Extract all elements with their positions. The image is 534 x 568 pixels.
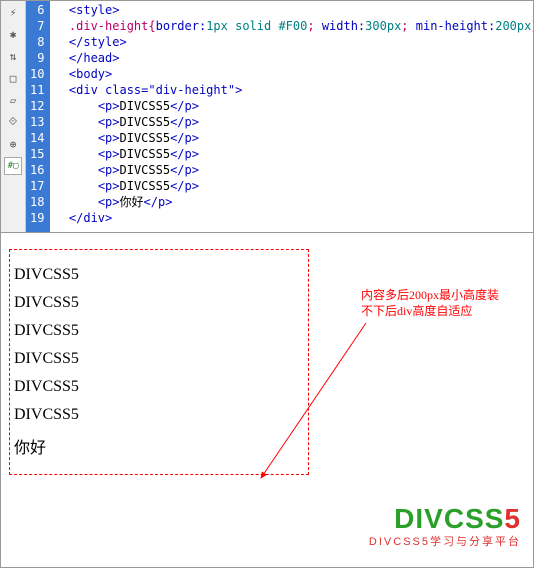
code-line[interactable]: <p>你好</p> <box>54 194 529 210</box>
line-number-gutter: 678910111213141516171819 <box>26 1 50 232</box>
code-line[interactable]: </div> <box>54 210 529 226</box>
code-token: DIVCSS5 <box>120 178 171 194</box>
logo-text-green: DIVCSS <box>394 503 504 534</box>
code-token: </p> <box>144 194 173 210</box>
preview-paragraph: DIVCSS5 <box>14 350 304 368</box>
code-token: 300px <box>365 18 401 34</box>
code-token: </p> <box>170 178 199 194</box>
code-token: DIVCSS5 <box>120 130 171 146</box>
code-token: <style> <box>69 2 120 18</box>
code-line[interactable]: .div-height{border:1px solid #F00; width… <box>54 18 529 34</box>
code-token: border: <box>156 18 207 34</box>
code-line[interactable]: <p>DIVCSS5</p> <box>54 162 529 178</box>
logo-main: DIVCSS5 <box>369 503 521 535</box>
line-number: 16 <box>30 162 44 178</box>
preview-paragraph: 你好 <box>14 434 304 458</box>
preview-pane: DIVCSS5DIVCSS5DIVCSS5DIVCSS5DIVCSS5DIVCS… <box>1 233 533 567</box>
gutter-icon[interactable]: ▱ <box>4 91 22 109</box>
annotation-line: 内容多后200px最小高度装 <box>361 287 499 303</box>
code-token: DIVCSS5 <box>120 162 171 178</box>
code-line[interactable]: <p>DIVCSS5</p> <box>54 114 529 130</box>
code-token: </head> <box>69 50 120 66</box>
code-token: </p> <box>170 130 199 146</box>
gutter-icon[interactable]: ⚡ <box>4 3 22 21</box>
line-number: 13 <box>30 114 44 130</box>
code-token: </p> <box>170 98 199 114</box>
code-token: </style> <box>69 34 127 50</box>
gutter-icon-tag[interactable]: #▢ <box>4 157 22 175</box>
preview-paragraph: DIVCSS5 <box>14 406 304 424</box>
preview-paragraph: DIVCSS5 <box>14 294 304 312</box>
code-line[interactable]: <div class="div-height"> <box>54 82 529 98</box>
code-token: DIVCSS5 <box>120 98 171 114</box>
code-line[interactable]: </head> <box>54 50 529 66</box>
code-line[interactable]: <p>DIVCSS5</p> <box>54 178 529 194</box>
code-token: <body> <box>69 66 112 82</box>
gutter-icon[interactable]: ⊕ <box>4 135 22 153</box>
preview-paragraph: DIVCSS5 <box>14 322 304 340</box>
code-token: </p> <box>170 114 199 130</box>
logo-subtitle: DIVCSS5学习与分享平台 <box>369 533 521 549</box>
annotation-text: 内容多后200px最小高度装 不下后div高度自适应 <box>361 287 499 319</box>
code-token: <p> <box>98 114 120 130</box>
code-token: DIVCSS5 <box>120 114 171 130</box>
code-area[interactable]: 678910111213141516171819 <style> .div-he… <box>26 1 533 232</box>
line-number: 6 <box>30 2 44 18</box>
line-number: 15 <box>30 146 44 162</box>
line-number: 11 <box>30 82 44 98</box>
line-number: 8 <box>30 34 44 50</box>
code-token: <p> <box>98 98 120 114</box>
code-token: ; <box>307 18 321 34</box>
code-token: 1px solid #F00 <box>206 18 307 34</box>
gutter-icon[interactable]: ⇅ <box>4 47 22 65</box>
code-token: { <box>148 18 155 34</box>
code-token: </div> <box>69 210 112 226</box>
code-token: <div class="div-height"> <box>69 82 242 98</box>
code-line[interactable]: <body> <box>54 66 529 82</box>
code-token: <p> <box>98 162 120 178</box>
code-token: <p> <box>98 194 120 210</box>
code-token: } <box>531 18 533 34</box>
line-number: 18 <box>30 194 44 210</box>
code-token: </p> <box>170 162 199 178</box>
code-token: <p> <box>98 146 120 162</box>
preview-paragraph: DIVCSS5 <box>14 378 304 396</box>
annotation-line: 不下后div高度自适应 <box>361 303 499 319</box>
code-line[interactable]: </style> <box>54 34 529 50</box>
line-number: 12 <box>30 98 44 114</box>
code-token: 你好 <box>120 194 144 210</box>
line-number: 14 <box>30 130 44 146</box>
code-line[interactable]: <style> <box>54 2 529 18</box>
div-height-preview: DIVCSS5 DIVCSS5 DIVCSS5 DIVCSS5 DIVCSS5 DIVCS… <box>9 249 309 475</box>
gutter-icon[interactable]: ✱ <box>4 25 22 43</box>
code-content[interactable]: <style> .div-height{border:1px solid #F0… <box>50 1 533 232</box>
code-line[interactable]: <p>DIVCSS5</p> <box>54 146 529 162</box>
code-editor-pane: ⚡ ✱ ⇅ □ ▱ ⟐ ⊕ #▢ 67891011121314151617181… <box>1 1 533 233</box>
logo: DIVCSS5 DIVCSS5学习与分享平台 <box>369 503 521 549</box>
line-number: 10 <box>30 66 44 82</box>
app-window: ⚡ ✱ ⇅ □ ▱ ⟐ ⊕ #▢ 67891011121314151617181… <box>0 0 534 568</box>
code-line[interactable]: <p>DIVCSS5</p> <box>54 98 529 114</box>
code-token: <p> <box>98 178 120 194</box>
code-token: DIVCSS5 <box>120 146 171 162</box>
logo-text-red: 5 <box>504 503 521 534</box>
line-number: 9 <box>30 50 44 66</box>
editor-gutter-toolbar: ⚡ ✱ ⇅ □ ▱ ⟐ ⊕ #▢ <box>1 1 26 232</box>
code-token: ; <box>401 18 415 34</box>
code-token: min-height: <box>416 18 495 34</box>
line-number: 7 <box>30 18 44 34</box>
code-token: 200px <box>495 18 531 34</box>
code-token: </p> <box>170 146 199 162</box>
code-line[interactable]: <p>DIVCSS5</p> <box>54 130 529 146</box>
line-number: 19 <box>30 210 44 226</box>
code-token: width: <box>322 18 365 34</box>
preview-paragraph: DIVCSS5 <box>14 266 304 284</box>
gutter-icon[interactable]: □ <box>4 69 22 87</box>
gutter-icon[interactable]: ⟐ <box>4 113 22 131</box>
line-number: 17 <box>30 178 44 194</box>
code-token: <p> <box>98 130 120 146</box>
code-token: .div-height <box>69 18 148 34</box>
